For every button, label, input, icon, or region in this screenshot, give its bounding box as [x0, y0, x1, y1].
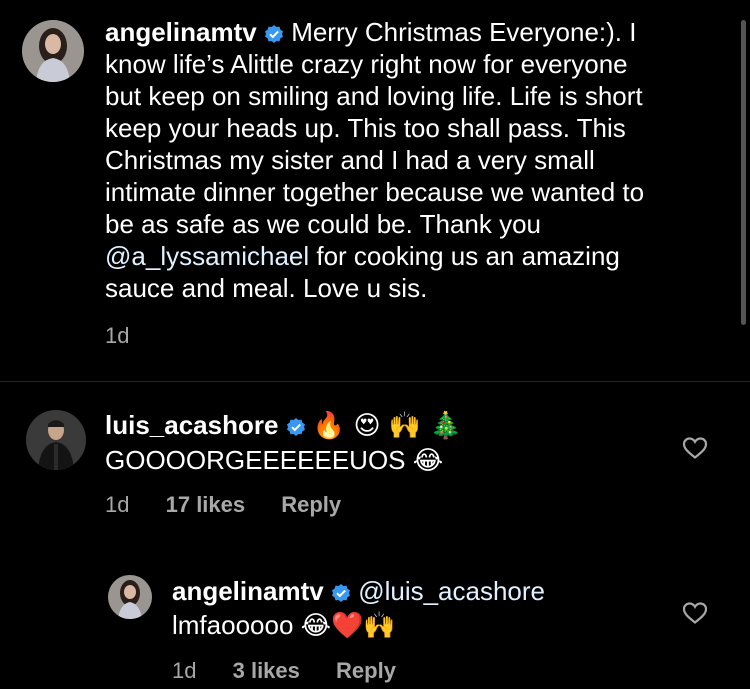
comment-time: 1d [105, 492, 130, 517]
caption-time: 1d [105, 323, 130, 348]
caption-line-5: Christmas my sister and I had a very sma… [105, 145, 595, 175]
caption-line-8: for cooking us an amazing [309, 241, 620, 271]
comment-username[interactable]: luis_acashore [105, 410, 278, 440]
caption-text: angelinamtv Merry Christmas Everyone:). … [105, 16, 735, 304]
comment-likes[interactable]: 17 likes [166, 492, 246, 517]
caption-line-7: be as safe as we could be. Thank you [105, 209, 542, 239]
verified-badge-icon [331, 583, 351, 603]
reply-time: 1d [172, 658, 197, 683]
reply-avatar[interactable] [108, 575, 152, 619]
caption-line-2: know life’s Alittle crazy right now for … [105, 49, 628, 79]
verified-badge-icon [286, 417, 306, 437]
divider [0, 381, 750, 382]
comment-avatar[interactable] [26, 410, 86, 470]
reply-text: lmfaooooo [172, 610, 294, 640]
caption-avatar[interactable] [22, 20, 84, 82]
reply-mention[interactable]: @luis_acashore [358, 576, 545, 606]
comment-reply-button[interactable]: Reply [281, 492, 341, 517]
caption-username[interactable]: angelinamtv [105, 17, 257, 47]
comment-emojis: 🔥 😍 🙌 🎄 [312, 411, 462, 441]
reply-text-emojis: 😂❤️🙌 [300, 611, 396, 641]
heart-outline-icon [682, 602, 708, 624]
verified-badge-icon [264, 24, 284, 44]
reply-meta: 1d 3 likes Reply [172, 658, 396, 684]
comment-text-emoji: 😂 [412, 446, 444, 476]
reply-reply-button[interactable]: Reply [336, 658, 396, 683]
comment-body: luis_acashore 🔥 😍 🙌 🎄 GOOOORGEEEEEEUOS 😂 [105, 408, 462, 478]
comment-meta: 1d 17 likes Reply [105, 492, 341, 518]
reply-username[interactable]: angelinamtv [172, 576, 324, 606]
caption-line-6: intimate dinner together because we want… [105, 177, 645, 207]
caption-line-4: keep your heads up. This too shall pass.… [105, 113, 626, 143]
reply-like-button[interactable] [682, 601, 708, 625]
caption-line-3: but keep on smiling and loving life. Lif… [105, 81, 643, 111]
caption-line-9: sauce and meal. Love u sis. [105, 273, 428, 303]
caption-mention[interactable]: @a_lyssamichael [105, 241, 309, 271]
reply-body: angelinamtv @luis_acashore lmfaooooo 😂❤️… [172, 574, 545, 643]
scrollbar[interactable] [741, 20, 746, 325]
caption-line-1: Merry Christmas Everyone:). I [291, 17, 637, 47]
heart-outline-icon [682, 437, 708, 459]
reply-likes[interactable]: 3 likes [233, 658, 300, 683]
comment-like-button[interactable] [682, 436, 708, 460]
comment-text: GOOOORGEEEEEEUOS [105, 445, 406, 475]
